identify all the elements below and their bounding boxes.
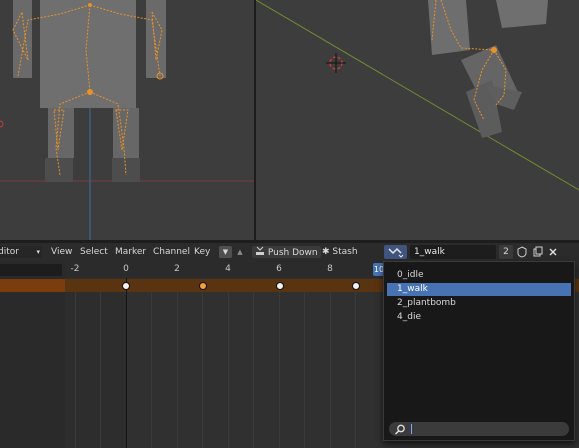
menu-view[interactable]: View <box>51 246 72 258</box>
action-item-1-walk[interactable]: 1_walk <box>387 283 571 296</box>
tick-label: -2 <box>70 264 80 274</box>
tick-label: 6 <box>276 264 282 274</box>
text-caret <box>411 424 412 434</box>
push-down-button[interactable]: Push Down <box>252 246 321 258</box>
dopesheet-header: ditor ▾ View Select Marker Channel Key ▼… <box>0 243 579 262</box>
push-down-icon <box>256 246 264 255</box>
tick-label: 0 <box>123 264 129 274</box>
keyframe-selected[interactable] <box>199 282 207 290</box>
dropdown-arrow-icon[interactable]: ▼ <box>219 246 232 258</box>
chevron-down-icon: ▾ <box>36 248 40 256</box>
viewport-left[interactable] <box>0 0 254 240</box>
action-item-4-die[interactable]: 4_die <box>387 311 571 324</box>
stash-button[interactable]: ✱ Stash <box>322 246 358 258</box>
grid-line <box>304 292 305 448</box>
channel-list[interactable] <box>0 261 65 448</box>
editor-type-select[interactable]: ditor ▾ <box>0 246 42 258</box>
action-browse-icon <box>388 247 404 258</box>
stash-label: Stash <box>332 247 358 257</box>
action-name-field[interactable]: 1_walk <box>410 245 496 259</box>
grid-line <box>330 292 331 448</box>
shield-icon[interactable] <box>516 245 528 259</box>
grid-line <box>228 292 229 448</box>
tick-label: 4 <box>225 264 231 274</box>
stash-icon: ✱ <box>322 247 330 257</box>
action-item-0-idle[interactable]: 0_idle <box>387 269 571 282</box>
search-icon <box>394 424 405 435</box>
grid-line <box>177 292 178 448</box>
menu-channel[interactable]: Channel <box>153 246 190 258</box>
push-down-label: Push Down <box>267 248 318 258</box>
viewport-right[interactable] <box>256 0 579 240</box>
grid-line <box>75 292 76 448</box>
users-count[interactable]: 2 <box>499 245 513 259</box>
tick-label: 2 <box>174 264 180 274</box>
rig-scene-perspective <box>256 0 579 240</box>
grid-line <box>151 292 152 448</box>
action-browse-dropdown: 0_idle 1_walk 2_plantbomb 4_die <box>383 261 575 441</box>
grid-line <box>279 292 280 448</box>
keyframe[interactable] <box>352 282 360 290</box>
close-icon[interactable] <box>547 245 559 259</box>
channel-search-input[interactable] <box>0 264 62 276</box>
menu-key[interactable]: Key <box>194 246 210 258</box>
start-frame-line <box>126 278 127 448</box>
action-search-input[interactable] <box>389 422 569 436</box>
menu-marker[interactable]: Marker <box>115 246 146 258</box>
summary-channel[interactable] <box>0 279 65 292</box>
keyframe[interactable] <box>276 282 284 290</box>
editor-type-label: ditor <box>0 247 19 257</box>
action-browse-button[interactable] <box>384 245 407 259</box>
tick-label: 8 <box>327 264 333 274</box>
grid-line <box>100 292 101 448</box>
copy-icon[interactable] <box>532 245 544 259</box>
triangle-up-icon[interactable]: ▲ <box>234 246 246 258</box>
grid-line <box>253 292 254 448</box>
grid-line <box>355 292 356 448</box>
rig-scene-front <box>0 0 254 240</box>
grid-line <box>202 292 203 448</box>
menu-select[interactable]: Select <box>80 246 108 258</box>
action-item-2-plantbomb[interactable]: 2_plantbomb <box>387 297 571 310</box>
keyframe[interactable] <box>122 282 130 290</box>
